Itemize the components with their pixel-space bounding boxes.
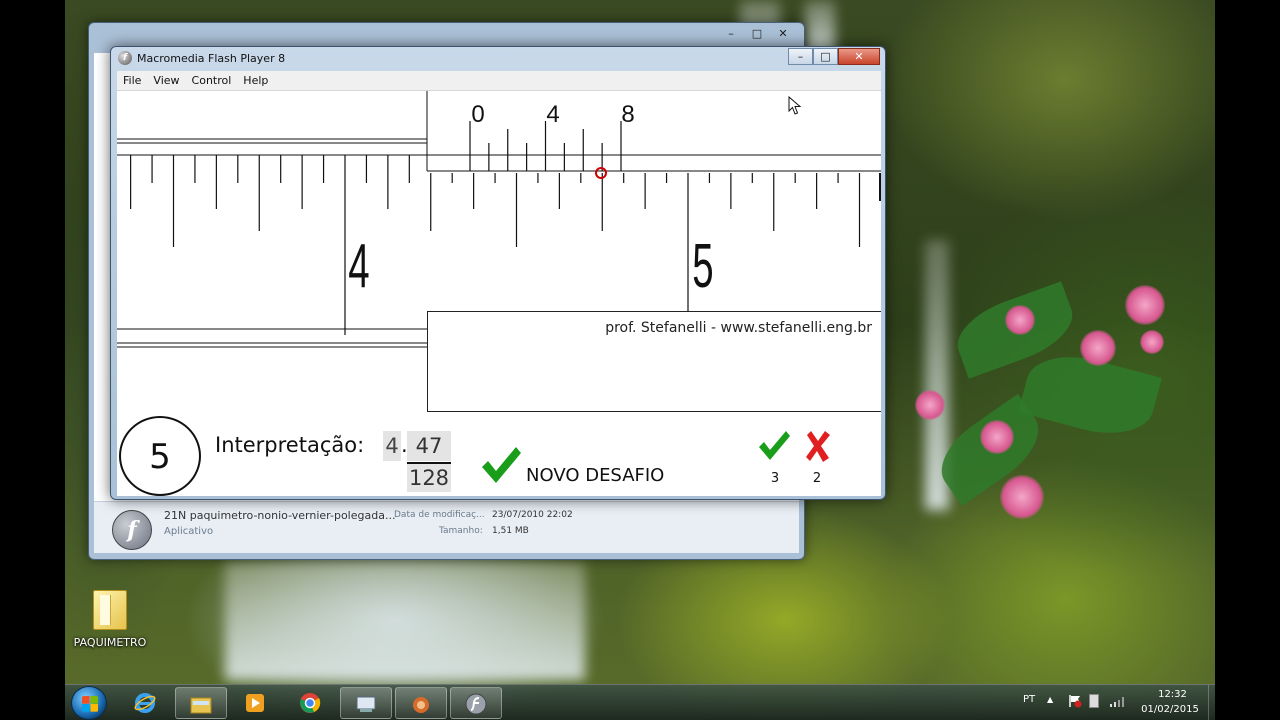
clock-date[interactable]: 01/02/2015 — [1135, 704, 1205, 715]
game-app-icon — [413, 697, 429, 713]
taskbar-explorer[interactable] — [175, 687, 227, 719]
menu-help[interactable]: Help — [243, 74, 268, 87]
answer-numerator-field[interactable]: 47 — [407, 431, 451, 461]
main-label-5: 5 — [692, 231, 713, 301]
maximize-button[interactable]: □ — [813, 48, 838, 65]
internet-explorer-icon — [134, 693, 156, 713]
flash-file-icon: f — [112, 510, 152, 550]
wrong-count-icon — [806, 431, 830, 462]
network-app-icon — [356, 696, 376, 712]
menu-control[interactable]: Control — [192, 74, 232, 87]
correct-count: 3 — [770, 471, 780, 486]
credit-text: prof. Stefanelli - www.stefanelli.eng.br — [605, 320, 872, 336]
letterbox-left — [0, 0, 65, 720]
explorer-maximize-button[interactable]: □ — [744, 25, 770, 43]
answer-denominator-field[interactable]: 128 — [407, 464, 451, 492]
explorer-minimize-button[interactable]: – — [718, 25, 744, 43]
main-label-4: 4 — [348, 231, 369, 301]
main-scale-ticks — [130, 155, 861, 335]
taskbar-chrome[interactable] — [285, 687, 337, 719]
menu-bar: File View Control Help — [117, 71, 881, 91]
chrome-icon — [300, 693, 321, 713]
folder-icon — [93, 590, 127, 630]
explorer-details-pane: f 21N paquimetro-nonio-vernier-polegada.… — [94, 501, 799, 553]
menu-file[interactable]: File — [123, 74, 141, 87]
taskbar-flash-player[interactable] — [450, 687, 502, 719]
taskbar-game-app[interactable] — [395, 687, 447, 719]
vernier-coincidence-marker — [595, 167, 607, 179]
screen: PAQUIMETRO – □ ✕ f 21N paquimetro-nonio-… — [0, 0, 1280, 720]
file-type: Aplicativo — [164, 526, 214, 537]
vernier-scale-ticks — [469, 121, 622, 171]
vernier-label-0: 0 — [471, 101, 484, 128]
desktop-folder-label: PAQUIMETRO — [73, 636, 147, 649]
taskbar-ie[interactable] — [120, 687, 172, 719]
flash-stage[interactable]: 0 4 8 4 5 prof. Stefanelli - www.stefane… — [117, 91, 881, 496]
start-button[interactable] — [71, 686, 107, 720]
close-button[interactable]: ✕ — [838, 48, 880, 65]
flash-player-icon — [465, 693, 487, 715]
window-title: Macromedia Flash Player 8 — [137, 52, 286, 65]
minimize-button[interactable]: – — [788, 48, 813, 65]
modified-label: Data de modificaç... — [394, 510, 485, 520]
mouse-cursor-icon — [788, 96, 802, 115]
interpretation-label: Interpretação: — [215, 433, 365, 457]
clock-time[interactable]: 12:32 — [1145, 689, 1200, 700]
credit-box: prof. Stefanelli - www.stefanelli.eng.br — [427, 311, 881, 412]
answer-whole-field[interactable]: 4 — [383, 431, 401, 461]
signal-strength-icon[interactable] — [1109, 694, 1127, 708]
language-indicator[interactable]: PT — [1023, 694, 1035, 705]
action-center-flag-icon[interactable] — [1068, 694, 1082, 708]
taskbar: PT ▲ 12:32 01/02/2015 — [65, 684, 1215, 720]
wrong-count: 2 — [812, 471, 822, 486]
score-circle: 5 — [119, 416, 201, 496]
media-player-icon — [246, 694, 264, 712]
vernier-label-8: 8 — [621, 101, 634, 128]
new-challenge-button[interactable]: NOVO DESAFIO — [526, 465, 664, 486]
menu-view[interactable]: View — [153, 74, 179, 87]
size-label: Tamanho: — [439, 526, 483, 536]
modified-value: 23/07/2010 22:02 — [492, 510, 573, 520]
show-desktop-button[interactable] — [1208, 685, 1215, 720]
battery-icon[interactable] — [1089, 694, 1099, 708]
vernier-label-4: 4 — [546, 101, 559, 128]
taskbar-media-player[interactable] — [230, 687, 282, 719]
taskbar-network-app[interactable] — [340, 687, 392, 719]
check-answer-icon[interactable] — [479, 443, 523, 487]
correct-count-icon — [759, 431, 790, 460]
size-value: 1,51 MB — [492, 526, 529, 536]
flash-player-window[interactable]: f Macromedia Flash Player 8 – □ ✕ File V… — [110, 46, 886, 500]
letterbox-right — [1215, 0, 1280, 720]
explorer-close-button[interactable]: ✕ — [770, 25, 796, 43]
file-explorer-icon — [190, 697, 212, 714]
desktop-folder-paquimetro[interactable]: PAQUIMETRO — [72, 590, 148, 649]
flash-app-icon: f — [118, 51, 132, 65]
file-name: 21N paquimetro-nonio-vernier-polegada... — [164, 509, 396, 522]
tray-expand-icon[interactable]: ▲ — [1047, 695, 1053, 704]
